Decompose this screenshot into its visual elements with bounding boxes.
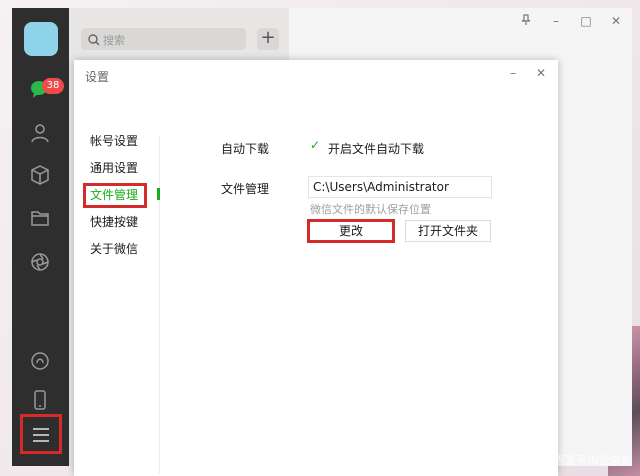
save-path-hint: 微信文件的默认保存位置 — [310, 203, 431, 216]
menu-icon — [33, 428, 49, 446]
search-input[interactable]: 搜索 — [103, 32, 125, 48]
close-button[interactable]: ✕ — [610, 14, 622, 30]
dialog-title: 设置 — [85, 70, 110, 84]
maximize-button[interactable]: □ — [580, 14, 592, 30]
dialog-close-button[interactable]: ✕ — [536, 66, 546, 80]
auto-download-checkbox[interactable]: ✓ — [310, 139, 322, 151]
highlight-box — [83, 183, 147, 208]
contacts-icon[interactable] — [29, 122, 51, 144]
open-folder-button[interactable]: 打开文件夹 — [405, 220, 491, 242]
left-nav-bar: 38 — [12, 8, 69, 466]
search-icon — [87, 32, 101, 46]
watermark: 百家号/U盘装机 — [554, 454, 632, 467]
menu-button[interactable] — [20, 414, 62, 454]
menu-shortcuts[interactable]: 快捷按键 — [90, 213, 150, 231]
menu-divider — [159, 136, 160, 474]
change-button[interactable]: 更改 — [307, 219, 395, 243]
minimize-button[interactable]: – — [550, 14, 562, 30]
auto-download-label: 自动下载 — [221, 142, 270, 156]
pin-icon[interactable] — [520, 14, 532, 30]
settings-menu: 帐号设置 通用设置 文件管理 快捷按键 关于微信 — [83, 132, 150, 267]
menu-account-settings[interactable]: 帐号设置 — [90, 132, 150, 150]
phone-icon[interactable] — [29, 389, 51, 411]
miniprogram-icon[interactable] — [29, 350, 51, 372]
auto-download-option[interactable]: 开启文件自动下载 — [328, 140, 424, 157]
active-indicator — [157, 188, 160, 200]
window-controls: – □ ✕ — [520, 14, 622, 30]
moments-icon[interactable] — [29, 251, 51, 273]
folder-icon[interactable] — [29, 207, 51, 229]
dialog-minimize-button[interactable]: – — [510, 66, 516, 80]
avatar[interactable] — [24, 22, 58, 56]
add-button[interactable]: + — [257, 28, 279, 50]
search-box[interactable]: 搜索 — [81, 28, 246, 50]
menu-general-settings[interactable]: 通用设置 — [90, 159, 150, 177]
save-path-field[interactable]: C:\Users\Administrator — [308, 176, 492, 198]
file-management-label: 文件管理 — [221, 182, 270, 196]
menu-file-management[interactable]: 文件管理 — [83, 183, 150, 208]
settings-dialog: 设置 – ✕ 帐号设置 通用设置 文件管理 快捷按键 关于微信 自动下载 ✓ 开… — [74, 60, 558, 476]
box-icon[interactable] — [29, 164, 51, 186]
unread-badge: 38 — [42, 78, 64, 94]
menu-about[interactable]: 关于微信 — [90, 240, 150, 258]
dialog-controls: – ✕ — [510, 66, 546, 80]
